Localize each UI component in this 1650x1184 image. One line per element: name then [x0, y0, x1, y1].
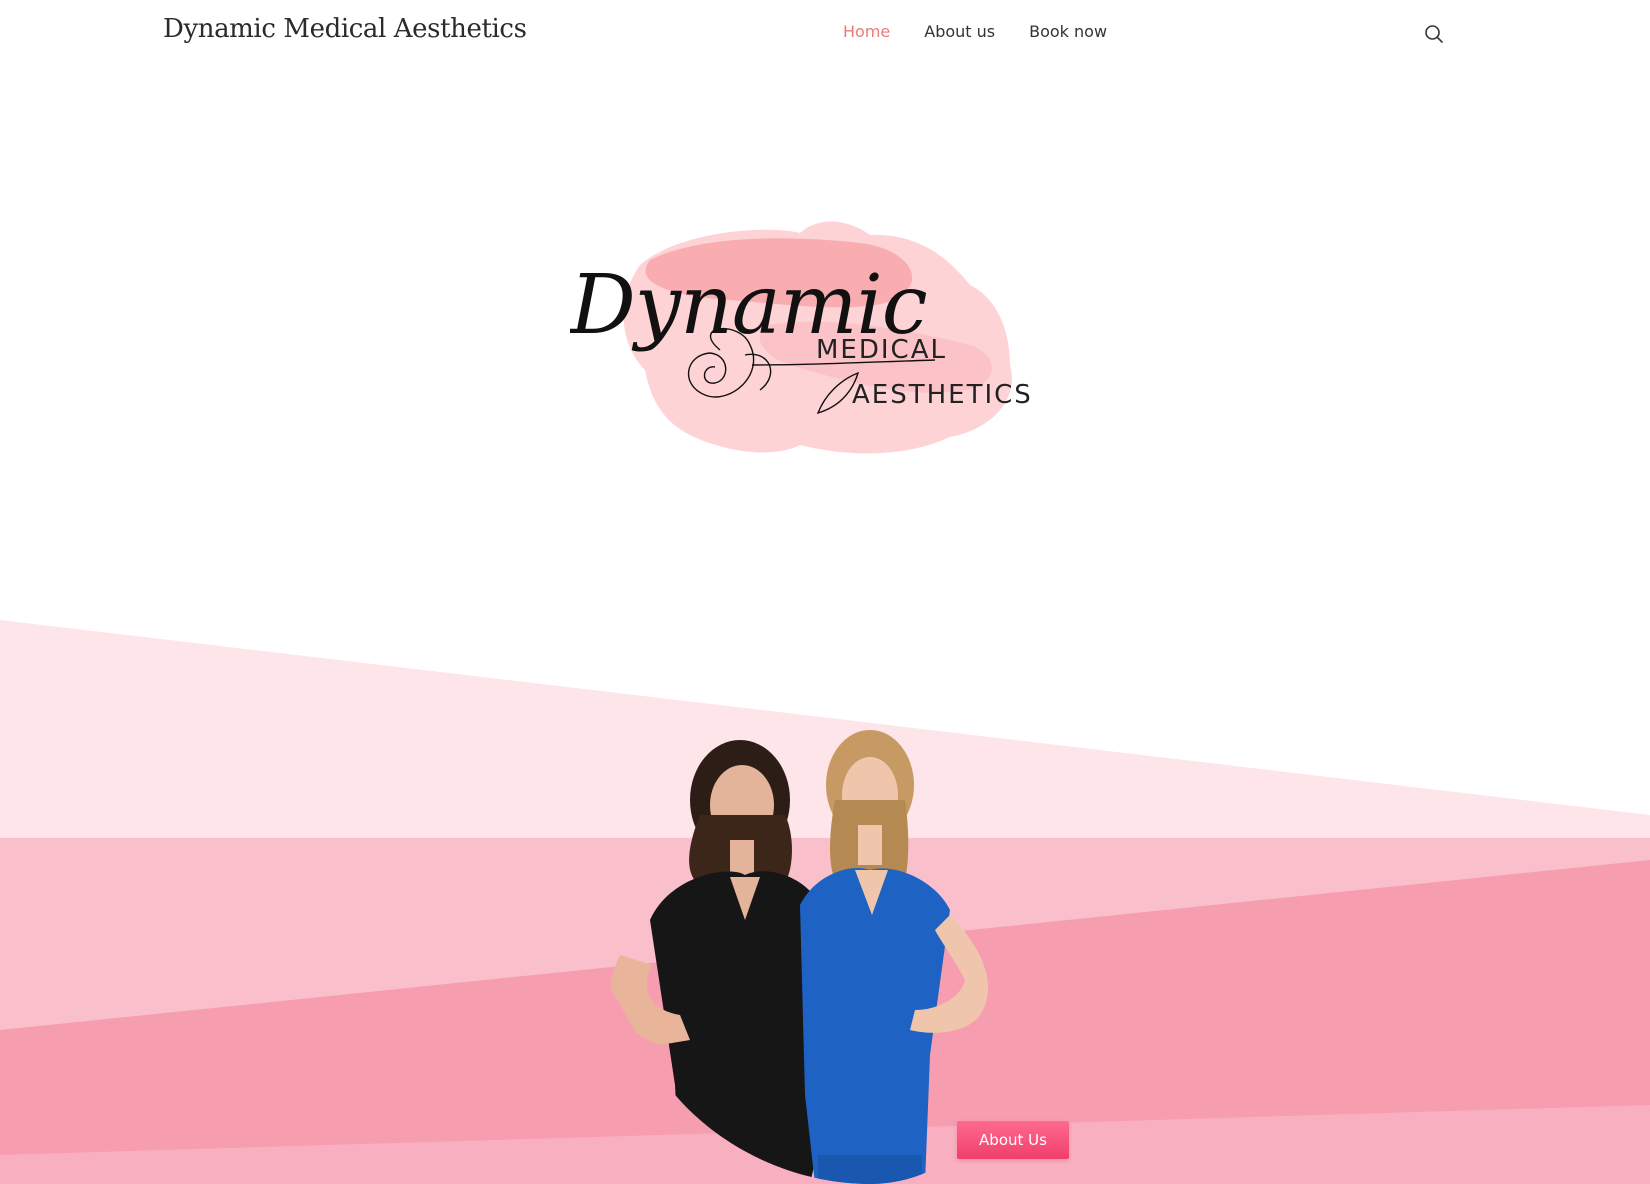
about-us-button[interactable]: About Us	[957, 1121, 1069, 1159]
site-title[interactable]: Dynamic Medical Aesthetics	[163, 14, 527, 44]
nav-home[interactable]: Home	[843, 22, 890, 41]
logo-line2: AESTHETICS	[852, 380, 1030, 410]
hero-logo: Dynamic MEDICAL AESTHETICS	[568, 205, 1031, 475]
site-header: Dynamic Medical Aesthetics Home About us…	[0, 0, 1650, 70]
logo-line1: MEDICAL	[816, 335, 947, 365]
search-icon[interactable]	[1422, 22, 1446, 46]
main-nav: Home About us Book now	[843, 22, 1107, 41]
nav-book-now[interactable]: Book now	[1029, 22, 1107, 41]
nav-about-us[interactable]: About us	[924, 22, 995, 41]
team-photo	[580, 715, 1040, 1184]
